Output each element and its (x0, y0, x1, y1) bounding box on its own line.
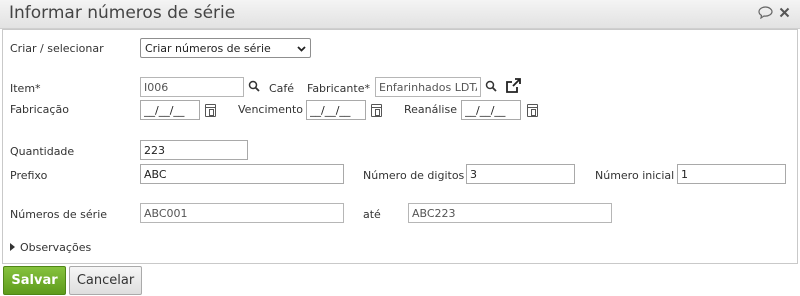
create-select-value: Criar números de série (145, 41, 271, 55)
quantity-input[interactable] (140, 140, 248, 160)
create-select-dropdown[interactable]: Criar números de série (140, 38, 311, 58)
create-select-label: Criar / selecionar (10, 42, 104, 55)
digits-label: Número de digitos (363, 169, 465, 182)
serial-to-label: até (363, 208, 381, 221)
reanalysis-calendar-icon[interactable] (527, 104, 538, 117)
cancel-button[interactable]: Cancelar (69, 266, 142, 295)
caret-right-icon (10, 241, 15, 254)
initial-number-input[interactable] (677, 164, 786, 184)
manufacturer-label: Fabricante* (307, 82, 370, 95)
expiry-date-input[interactable] (306, 100, 366, 120)
initial-number-label: Número inicial (595, 169, 675, 182)
reanalysis-date-label: Reanálise (404, 103, 457, 116)
notes-label: Observações (20, 241, 92, 254)
item-search-icon[interactable] (248, 80, 260, 95)
item-label: Item* (10, 82, 41, 95)
notes-toggle[interactable]: Observações (10, 241, 91, 254)
prefix-input[interactable] (140, 164, 344, 184)
quantity-label: Quantidade (10, 145, 75, 158)
manufacture-calendar-icon[interactable] (205, 104, 216, 117)
save-button[interactable]: Salvar (3, 266, 66, 295)
expiry-calendar-icon[interactable] (371, 104, 382, 117)
external-link-icon[interactable] (505, 78, 522, 97)
reanalysis-date-input[interactable] (461, 100, 521, 120)
manufacturer-input[interactable] (375, 77, 481, 97)
manufacture-date-input[interactable] (140, 100, 200, 120)
digits-input[interactable] (466, 164, 575, 184)
item-description: Café (269, 82, 295, 95)
dialog-title: Informar números de série (9, 3, 236, 23)
form-panel: Criar / selecionar Criar números de séri… (2, 29, 798, 264)
close-icon[interactable] (779, 7, 790, 21)
chat-icon[interactable] (758, 6, 773, 22)
serial-from-input[interactable] (140, 203, 344, 223)
manufacturer-search-icon[interactable] (485, 80, 497, 95)
serial-to-input[interactable] (408, 203, 612, 223)
serials-label: Números de série (10, 208, 108, 221)
item-input[interactable] (140, 77, 244, 97)
dialog-titlebar: Informar números de série (0, 0, 800, 29)
manufacture-date-label: Fabricação (10, 103, 69, 116)
chevron-down-icon (297, 42, 306, 55)
expiry-date-label: Vencimento (238, 103, 304, 116)
title-icons (758, 6, 790, 22)
prefix-label: Prefixo (10, 169, 48, 182)
